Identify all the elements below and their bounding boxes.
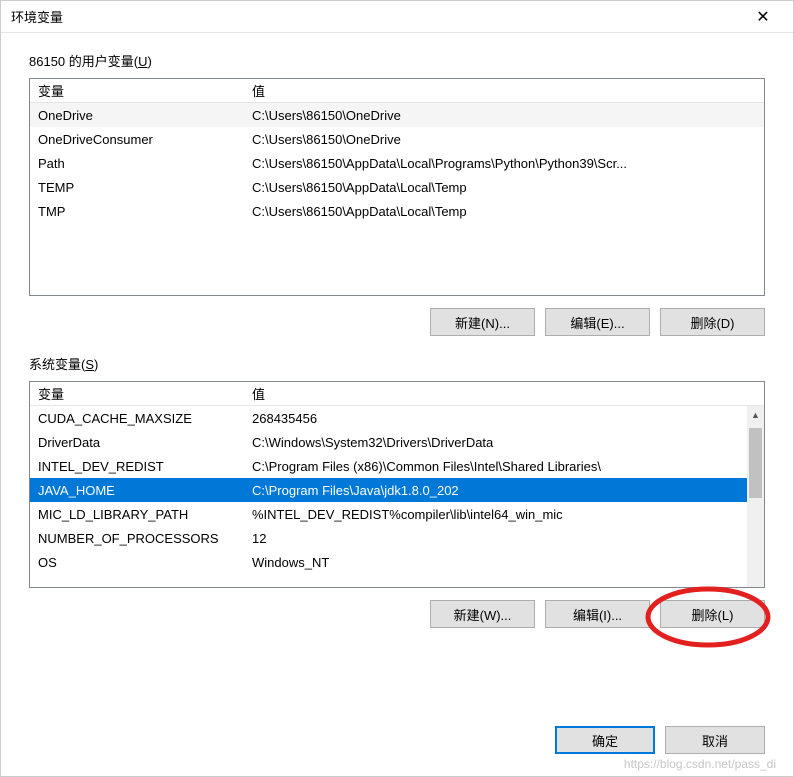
column-header-variable[interactable]: 变量 xyxy=(30,381,244,406)
system-variables-table[interactable]: 变量 值 CUDA_CACHE_MAXSIZE 268435456 Driver… xyxy=(29,381,765,588)
cell-variable: OneDriveConsumer xyxy=(30,130,244,149)
cell-value: C:\Users\86150\OneDrive xyxy=(244,130,764,149)
column-header-variable[interactable]: 变量 xyxy=(30,78,244,103)
cell-variable: Path xyxy=(30,154,244,173)
cell-value: 12 xyxy=(244,529,764,548)
system-variables-label: 系统变量(S) xyxy=(29,354,765,373)
cell-variable: NUMBER_OF_PROCESSORS xyxy=(30,529,244,548)
close-icon: ✕ xyxy=(756,7,769,27)
cell-variable: OS xyxy=(30,553,244,572)
table-row[interactable]: JAVA_HOME C:\Program Files\Java\jdk1.8.0… xyxy=(30,478,764,502)
table-row[interactable]: OneDriveConsumer C:\Users\86150\OneDrive xyxy=(30,127,764,151)
cell-value: C:\Users\86150\AppData\Local\Programs\Py… xyxy=(244,154,764,173)
user-table-body: OneDrive C:\Users\86150\OneDrive OneDriv… xyxy=(30,103,764,223)
dialog-footer: 确定 取消 xyxy=(1,710,793,776)
cell-value: 268435456 xyxy=(244,409,764,428)
cell-value: C:\Users\86150\AppData\Local\Temp xyxy=(244,178,764,197)
cell-value: C:\Users\86150\OneDrive xyxy=(244,106,764,125)
cell-variable: TMP xyxy=(30,202,244,221)
scroll-up-icon[interactable]: ▲ xyxy=(747,406,764,423)
user-variables-label: 86150 的用户变量(U) xyxy=(29,51,765,70)
table-row[interactable]: Path C:\Users\86150\AppData\Local\Progra… xyxy=(30,151,764,175)
table-row[interactable]: DriverData C:\Windows\System32\Drivers\D… xyxy=(30,430,764,454)
cell-variable: MIC_LD_LIBRARY_PATH xyxy=(30,505,244,524)
ok-button[interactable]: 确定 xyxy=(555,726,655,754)
table-row[interactable]: INTEL_DEV_REDIST C:\Program Files (x86)\… xyxy=(30,454,764,478)
env-variables-dialog: 环境变量 ✕ 86150 的用户变量(U) 变量 值 OneDrive C:\U… xyxy=(0,0,794,777)
column-header-value[interactable]: 值 xyxy=(244,78,764,103)
dialog-content: 86150 的用户变量(U) 变量 值 OneDrive C:\Users\86… xyxy=(1,33,793,710)
table-row[interactable]: OS Windows_NT xyxy=(30,550,764,574)
system-delete-button[interactable]: 删除(L) xyxy=(660,600,765,628)
table-row[interactable]: TEMP C:\Users\86150\AppData\Local\Temp xyxy=(30,175,764,199)
table-row[interactable]: TMP C:\Users\86150\AppData\Local\Temp xyxy=(30,199,764,223)
cell-value: C:\Program Files\Java\jdk1.8.0_202 xyxy=(244,481,764,500)
scrollbar[interactable]: ▲ xyxy=(747,406,764,587)
user-variables-table[interactable]: 变量 值 OneDrive C:\Users\86150\OneDrive On… xyxy=(29,78,765,296)
system-new-button[interactable]: 新建(W)... xyxy=(430,600,535,628)
table-header: 变量 值 xyxy=(30,79,764,103)
cell-value: Windows_NT xyxy=(244,553,764,572)
close-button[interactable]: ✕ xyxy=(743,1,783,33)
cell-variable: JAVA_HOME xyxy=(30,481,244,500)
table-row[interactable]: CUDA_CACHE_MAXSIZE 268435456 xyxy=(30,406,764,430)
system-edit-button[interactable]: 编辑(I)... xyxy=(545,600,650,628)
cell-variable: CUDA_CACHE_MAXSIZE xyxy=(30,409,244,428)
system-table-body: CUDA_CACHE_MAXSIZE 268435456 DriverData … xyxy=(30,406,764,574)
dialog-title: 环境变量 xyxy=(11,7,743,26)
user-variables-section: 86150 的用户变量(U) 变量 值 OneDrive C:\Users\86… xyxy=(29,51,765,336)
table-header: 变量 值 xyxy=(30,382,764,406)
scroll-thumb[interactable] xyxy=(749,428,762,498)
cell-variable: DriverData xyxy=(30,433,244,452)
cell-variable: INTEL_DEV_REDIST xyxy=(30,457,244,476)
column-header-value[interactable]: 值 xyxy=(244,381,764,406)
cell-value: %INTEL_DEV_REDIST%compiler\lib\intel64_w… xyxy=(244,505,764,524)
titlebar: 环境变量 ✕ xyxy=(1,1,793,33)
cell-variable: OneDrive xyxy=(30,106,244,125)
system-button-row: 新建(W)... 编辑(I)... 删除(L) xyxy=(29,600,765,628)
table-row[interactable]: NUMBER_OF_PROCESSORS 12 xyxy=(30,526,764,550)
system-variables-section: 系统变量(S) 变量 值 CUDA_CACHE_MAXSIZE 26843545… xyxy=(29,354,765,628)
table-row[interactable]: MIC_LD_LIBRARY_PATH %INTEL_DEV_REDIST%co… xyxy=(30,502,764,526)
user-new-button[interactable]: 新建(N)... xyxy=(430,308,535,336)
user-delete-button[interactable]: 删除(D) xyxy=(660,308,765,336)
cancel-button[interactable]: 取消 xyxy=(665,726,765,754)
cell-value: C:\Windows\System32\Drivers\DriverData xyxy=(244,433,764,452)
user-edit-button[interactable]: 编辑(E)... xyxy=(545,308,650,336)
user-button-row: 新建(N)... 编辑(E)... 删除(D) xyxy=(29,308,765,336)
cell-value: C:\Users\86150\AppData\Local\Temp xyxy=(244,202,764,221)
table-row[interactable]: OneDrive C:\Users\86150\OneDrive xyxy=(30,103,764,127)
cell-variable: TEMP xyxy=(30,178,244,197)
cell-value: C:\Program Files (x86)\Common Files\Inte… xyxy=(244,457,764,476)
